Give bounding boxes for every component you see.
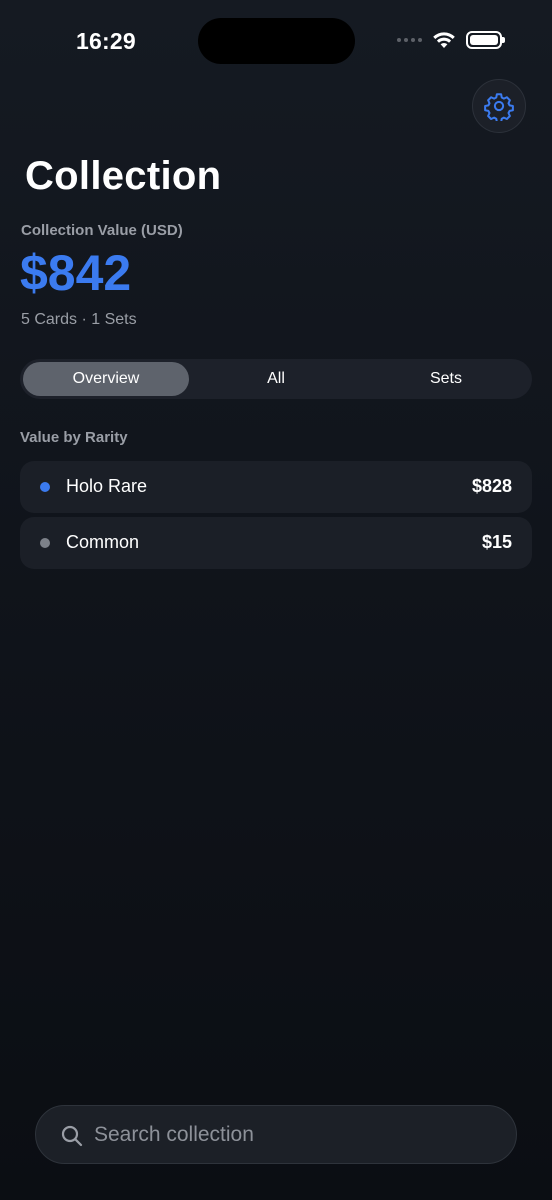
collection-summary-subtitle: 5 Cards · 1 Sets: [21, 311, 137, 328]
search-icon: [61, 1125, 83, 1147]
settings-button[interactable]: [472, 79, 526, 133]
rarity-name: Holo Rare: [66, 476, 148, 496]
tab-all[interactable]: All: [193, 362, 359, 396]
collection-value-label: Collection Value (USD): [21, 222, 183, 239]
rarity-value: $828: [471, 476, 512, 496]
rarity-row-holo-rare[interactable]: Holo Rare $828: [20, 461, 532, 513]
rarity-name: Common: [66, 532, 140, 552]
dynamic-island: [198, 18, 355, 64]
search-bar: [35, 1105, 517, 1164]
tab-sets[interactable]: Sets: [363, 362, 529, 396]
collection-value-amount: $842: [20, 245, 132, 301]
page-title: Collection: [25, 154, 222, 198]
wifi-icon: [433, 32, 455, 48]
rarity-dot-icon: [40, 482, 50, 492]
battery-icon: [466, 31, 505, 49]
status-time: 16:29: [76, 28, 136, 54]
rarity-value: $15: [481, 532, 512, 552]
gear-icon: [484, 93, 514, 121]
search-input[interactable]: [94, 1106, 494, 1163]
section-label-value-by-rarity: Value by Rarity: [20, 429, 128, 446]
view-segmented-control: Overview All Sets: [20, 359, 532, 399]
cellular-signal-icon: [397, 38, 422, 42]
status-icons: [397, 31, 505, 49]
tab-overview[interactable]: Overview: [23, 362, 189, 396]
rarity-dot-icon: [40, 538, 50, 548]
status-bar: 16:29: [0, 0, 552, 84]
rarity-row-common[interactable]: Common $15: [20, 517, 532, 569]
